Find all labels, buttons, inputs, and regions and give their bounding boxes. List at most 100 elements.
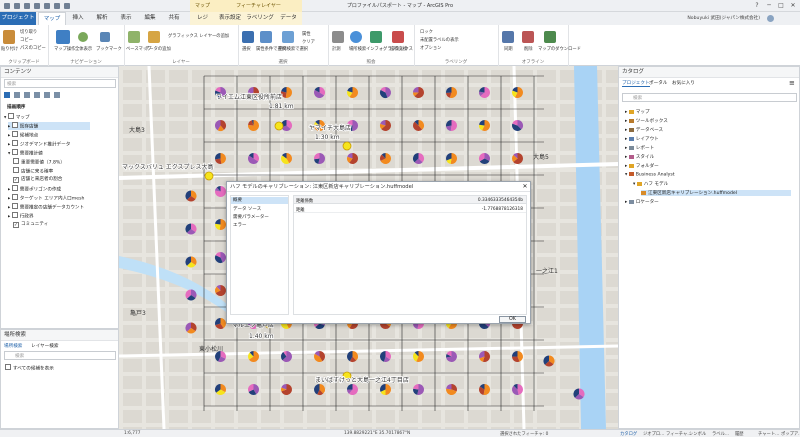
pie-symbol[interactable]	[446, 384, 457, 395]
catalog-tab-project[interactable]: プロジェクト	[622, 80, 650, 87]
bottom-tab[interactable]: ラベル...	[712, 431, 729, 437]
pie-symbol[interactable]	[215, 186, 226, 197]
tab-labeling[interactable]: ラベリング	[245, 12, 275, 25]
catalog-item[interactable]: ▸ ロケーター	[625, 199, 659, 205]
list-by-editing-icon[interactable]	[34, 92, 40, 98]
locate-search-input[interactable]: 検索	[4, 351, 116, 360]
minimize-button[interactable]: ─	[764, 1, 774, 10]
list-by-drawing-order-icon[interactable]	[4, 92, 10, 98]
pie-symbol[interactable]	[380, 351, 391, 363]
toc-key-demand[interactable]: 重要需要値（7.8%）	[13, 158, 65, 166]
show-all-candidates[interactable]: すべての候補を表示	[5, 364, 54, 372]
checkbox[interactable]	[5, 364, 11, 370]
dialog-nav-data-source[interactable]: データ ソース	[231, 206, 261, 212]
tab-edit[interactable]: 編集	[138, 12, 162, 25]
store-marker[interactable]	[274, 121, 284, 131]
pie-symbol[interactable]	[512, 153, 523, 164]
map-scale[interactable]: 1:6,777	[124, 431, 140, 436]
ok-button[interactable]: OK	[499, 316, 526, 323]
view-unplaced-button[interactable]: 未配置ラベルの表示	[420, 37, 459, 43]
tab-appearance[interactable]: 表示設定	[215, 12, 245, 25]
bookmarks-label[interactable]: ブックマーク	[96, 46, 122, 52]
user-account[interactable]: Nobuyuki 武田(ジャパン株式会社)	[640, 12, 760, 25]
tab-data[interactable]: データ	[275, 12, 302, 25]
convert-coordinates-icon[interactable]	[392, 31, 404, 43]
tab-analysis[interactable]: 解析	[90, 12, 114, 25]
pie-symbol[interactable]	[281, 153, 292, 164]
pie-symbol[interactable]	[479, 120, 490, 131]
pie-symbol[interactable]	[446, 153, 457, 164]
pie-symbol[interactable]	[314, 351, 325, 362]
select-by-attributes-icon[interactable]	[260, 31, 272, 43]
sync-icon[interactable]	[502, 31, 514, 43]
pie-symbol[interactable]	[479, 153, 490, 164]
pie-symbol[interactable]	[281, 87, 292, 98]
toc-store-visitor-ratio[interactable]: ✓ 店舗と来店者の割合	[13, 176, 62, 183]
remove-icon[interactable]	[522, 31, 534, 43]
pie-symbol[interactable]	[215, 252, 226, 263]
contents-search[interactable]: 検索	[4, 79, 116, 88]
attributes-button[interactable]: 属性	[302, 31, 311, 37]
pie-symbol[interactable]	[280, 351, 292, 362]
pie-symbol[interactable]	[215, 285, 226, 296]
dialog-close-icon[interactable]: ✕	[520, 182, 530, 192]
toc-demand-count[interactable]: ▸ 需要推定の店舗データカウント	[8, 203, 84, 211]
pie-symbol[interactable]	[215, 318, 227, 329]
checkbox[interactable]	[11, 140, 18, 146]
checkbox-checked[interactable]: ✓	[13, 221, 19, 228]
locate-tab-layer[interactable]: レイヤー検索	[31, 343, 58, 349]
checkbox[interactable]	[11, 194, 18, 200]
toc-map[interactable]: ▾ マップ	[4, 113, 30, 121]
checkbox[interactable]	[11, 122, 18, 128]
bottom-tab[interactable]: ポップア...	[781, 431, 800, 437]
pie-symbol[interactable]	[511, 384, 523, 395]
pie-symbol[interactable]	[248, 351, 259, 363]
checkbox[interactable]	[13, 158, 19, 164]
measure-icon[interactable]	[332, 31, 344, 43]
help-button[interactable]: ?	[752, 1, 762, 10]
pie-symbol[interactable]	[185, 190, 197, 202]
user-avatar[interactable]	[764, 12, 776, 25]
locate-icon[interactable]	[350, 31, 362, 43]
pie-symbol[interactable]	[511, 120, 523, 131]
infographics-icon[interactable]	[370, 31, 382, 43]
clear-button[interactable]: クリア	[302, 39, 315, 45]
pie-symbol[interactable]	[380, 120, 391, 131]
pie-symbol[interactable]	[413, 87, 424, 98]
toc-community[interactable]: ✓ コミュニティ	[13, 221, 48, 228]
catalog-search-input[interactable]: 検索	[622, 93, 797, 102]
toc-candidate-sites[interactable]: ▸ 候補地点	[8, 131, 38, 139]
pie-symbol[interactable]	[446, 351, 458, 362]
bottom-tab[interactable]: 履歴	[735, 431, 744, 437]
pie-symbol[interactable]	[512, 87, 523, 98]
paste-label[interactable]: 貼り付け	[1, 46, 18, 52]
full-extent-icon[interactable]	[78, 32, 88, 42]
store-marker[interactable]	[204, 171, 214, 181]
pie-symbol[interactable]	[347, 384, 358, 395]
checkbox[interactable]	[7, 113, 14, 119]
basemap-icon[interactable]	[128, 31, 140, 43]
list-by-source-icon[interactable]	[14, 92, 20, 98]
pie-symbol[interactable]	[479, 351, 490, 362]
cut-button[interactable]: 切り取り	[20, 29, 37, 35]
checkbox-checked[interactable]: ✓	[13, 176, 19, 183]
toc-demand-polygons[interactable]: ▸ 需要ポリゴンの作成	[8, 185, 61, 193]
measure-label[interactable]: 計測	[332, 46, 341, 52]
tab-map[interactable]: マップ	[38, 12, 66, 26]
pie-symbol[interactable]	[314, 153, 325, 164]
pie-symbol[interactable]	[215, 219, 226, 230]
toc-admin-boundary[interactable]: ▸ 行政界	[8, 212, 34, 220]
pie-symbol[interactable]	[347, 87, 358, 98]
checkbox[interactable]	[11, 212, 18, 218]
pie-symbol[interactable]	[215, 153, 226, 164]
copy-path-button[interactable]: パスのコピー	[20, 45, 46, 51]
checkbox[interactable]	[11, 185, 18, 191]
select-by-location-icon[interactable]	[282, 31, 294, 43]
bottom-tab[interactable]: フィーチャ...	[666, 431, 691, 437]
tab-project[interactable]: プロジェクト	[0, 12, 36, 25]
pie-symbol[interactable]	[314, 87, 325, 98]
locate-label[interactable]: 場所検索	[349, 46, 366, 52]
pie-symbol[interactable]	[573, 388, 585, 400]
convert-coordinates-label[interactable]: 座標変換	[390, 46, 407, 52]
pie-symbol[interactable]	[412, 351, 424, 362]
